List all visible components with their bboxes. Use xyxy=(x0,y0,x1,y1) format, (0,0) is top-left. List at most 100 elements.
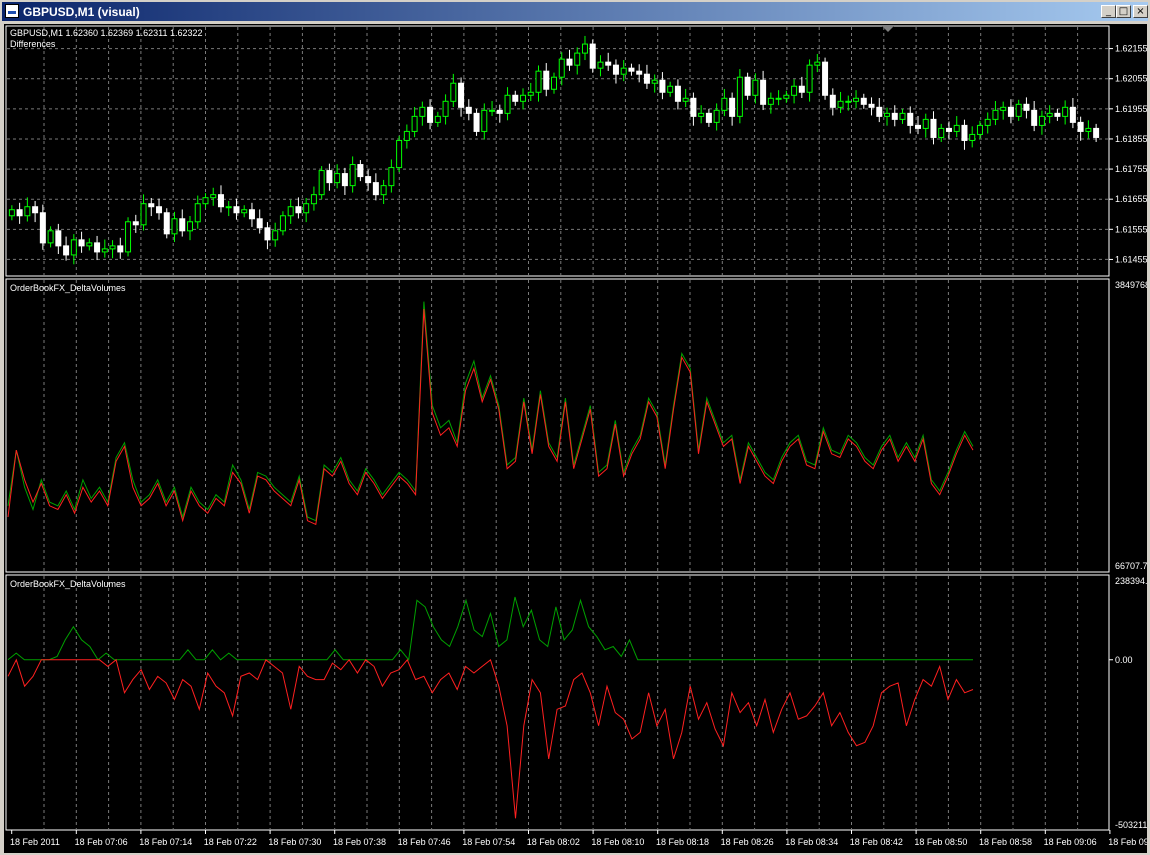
candle-body xyxy=(1031,109,1038,126)
candle-body xyxy=(690,97,697,117)
candle-body xyxy=(853,97,860,102)
candle-body xyxy=(574,52,581,66)
candle-body xyxy=(667,85,674,93)
time-axis-label: 18 Feb 07:06 xyxy=(75,837,128,847)
maximize-button[interactable]: □ xyxy=(1116,5,1131,18)
candle-body xyxy=(450,82,457,102)
panel3-min-label: -503211. xyxy=(1115,820,1147,830)
panel3-indicator-label: OrderBookFX_DeltaVolumes xyxy=(10,579,126,589)
time-axis-label: 18 Feb 07:38 xyxy=(333,837,386,847)
candle-body xyxy=(78,239,85,247)
candle-body xyxy=(156,206,163,214)
panel2-indicator-label: OrderBookFX_DeltaVolumes xyxy=(10,283,126,293)
time-axis-label: 18 Feb 07:14 xyxy=(139,837,192,847)
panel-frame-2 xyxy=(5,278,1110,573)
candle-body xyxy=(403,130,410,141)
candle-body xyxy=(752,79,759,96)
chart-area[interactable]: 1.62155 1.62055 1.61955 1.61855 1.61755 1.616… xyxy=(4,24,1147,853)
candle-body xyxy=(783,94,790,99)
candle-body xyxy=(349,164,356,187)
delta-negative-line xyxy=(7,658,974,819)
candle-body xyxy=(643,73,650,84)
candle-body xyxy=(489,109,496,112)
panel-frame-1 xyxy=(5,25,1110,277)
candle-body xyxy=(628,67,635,72)
chart-canvas[interactable]: 1.62155 1.62055 1.61955 1.61855 1.61755 1.616… xyxy=(4,24,1147,853)
time-axis-label: 18 Feb 08:58 xyxy=(979,837,1032,847)
time-axis-label: 18 Feb 09:06 xyxy=(1044,837,1097,847)
minimize-button[interactable]: _ xyxy=(1101,5,1116,18)
price-tick-label: 1.62055 xyxy=(1115,74,1147,84)
candle-body xyxy=(372,182,379,196)
price-tick-label: 1.61655 xyxy=(1115,194,1147,204)
candle-body xyxy=(8,209,15,217)
delta-volume-red-line xyxy=(7,308,974,526)
close-button[interactable]: × xyxy=(1133,5,1148,18)
candle-body xyxy=(992,109,999,120)
candle-body xyxy=(256,218,263,229)
candle-body xyxy=(868,103,875,108)
candle-body xyxy=(101,248,108,253)
candle-body xyxy=(1085,127,1092,132)
candle-body xyxy=(233,206,240,214)
candle-body xyxy=(558,58,565,78)
candle-body xyxy=(930,118,937,138)
candle-body xyxy=(1000,106,1007,111)
candle-body xyxy=(279,215,286,232)
window-titlebar[interactable]: GBPUSD,M1 (visual) _ □ × xyxy=(2,2,1148,21)
time-axis-label: 18 Feb 2011 xyxy=(10,837,60,847)
candle-body xyxy=(969,133,976,141)
candle-body xyxy=(713,109,720,123)
candle-body xyxy=(659,79,666,93)
candle-body xyxy=(504,94,511,114)
candle-body xyxy=(976,124,983,135)
candle-body xyxy=(674,85,681,102)
candle-body xyxy=(16,209,23,217)
candle-body xyxy=(39,212,46,244)
price-tick-label: 1.61855 xyxy=(1115,134,1147,144)
candle-body xyxy=(767,97,774,105)
window-title: GBPUSD,M1 (visual) xyxy=(23,5,140,19)
delta-positive-line xyxy=(7,596,973,662)
candle-body xyxy=(187,221,193,232)
candle-body xyxy=(884,112,891,117)
candle-body xyxy=(729,97,736,117)
candle-body xyxy=(427,106,434,123)
candle-body xyxy=(380,185,387,196)
candle-body xyxy=(915,124,921,129)
candle-body xyxy=(945,127,952,132)
candle-body xyxy=(94,242,101,253)
candle-body xyxy=(512,94,519,102)
candle-body xyxy=(125,221,132,253)
price-tick-label: 1.61955 xyxy=(1115,104,1147,114)
candle-body xyxy=(47,230,54,244)
candle-body xyxy=(612,64,619,75)
candle-body xyxy=(86,242,93,247)
candle-body xyxy=(225,206,232,209)
candle-body xyxy=(1077,121,1084,132)
panel2-min-label: 66707.7 xyxy=(1115,561,1147,571)
candle-body xyxy=(1062,106,1069,117)
panel3-max-label: 238394.3 xyxy=(1115,576,1147,586)
candle-body xyxy=(442,100,449,117)
candle-body xyxy=(636,70,643,75)
candle-body xyxy=(860,97,867,105)
candle-body xyxy=(63,245,70,256)
candle-body xyxy=(938,127,945,138)
candle-body xyxy=(396,139,403,169)
price-tick-label: 1.61555 xyxy=(1115,224,1147,234)
price-tick-label: 1.61455 xyxy=(1115,254,1147,264)
candle-body xyxy=(1069,106,1076,123)
candle-body xyxy=(458,82,465,108)
candle-body xyxy=(620,67,627,75)
time-axis-label: 18 Feb 08:26 xyxy=(721,837,774,847)
candle-body xyxy=(651,79,658,84)
candle-body xyxy=(109,245,116,250)
candle-body xyxy=(264,227,271,241)
candle-body xyxy=(551,76,557,90)
candle-body xyxy=(597,61,604,69)
candle-body xyxy=(272,230,279,241)
candle-body xyxy=(543,70,550,90)
candle-body xyxy=(907,112,914,126)
terminal-window: GBPUSD,M1 (visual) _ □ × 1.62155 1.62055 1… xyxy=(0,0,1150,855)
